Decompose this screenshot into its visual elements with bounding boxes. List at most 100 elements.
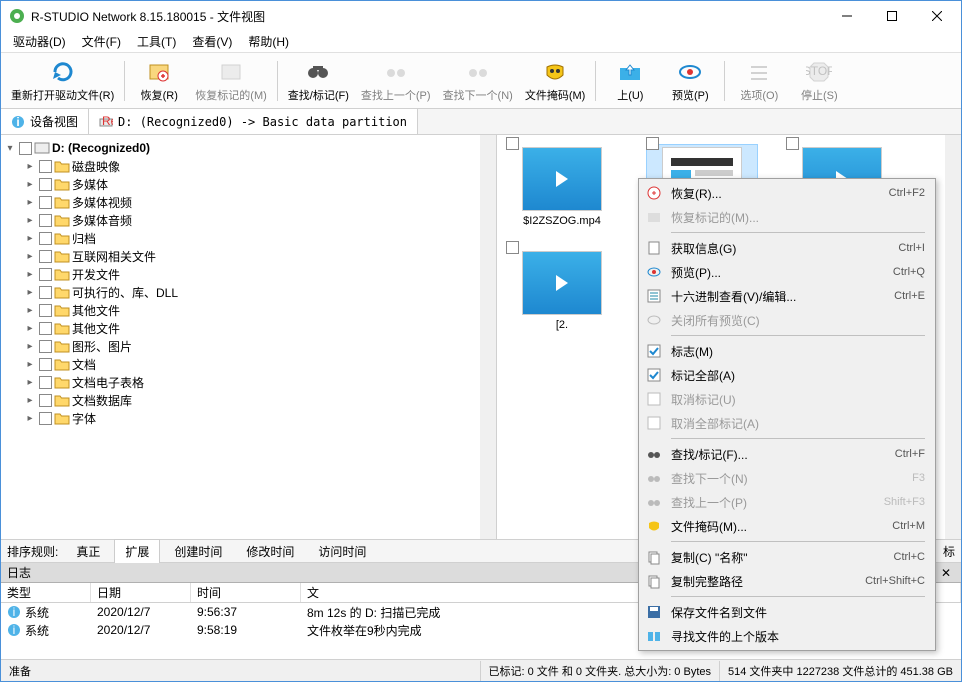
checkbox[interactable] [39,178,52,191]
log-title: 日志 [7,564,31,581]
minimize-button[interactable] [824,2,869,30]
checkbox[interactable] [786,137,799,150]
maximize-button[interactable] [869,2,914,30]
checkbox[interactable] [19,142,32,155]
checkbox[interactable] [39,268,52,281]
checkbox[interactable] [506,137,519,150]
ctx-preview[interactable]: 预览(P)...Ctrl+Q [641,260,933,284]
expand-icon[interactable]: ▸ [23,287,37,298]
menu-view[interactable]: 查看(V) [184,31,240,52]
checkbox[interactable] [39,250,52,263]
sort-ext[interactable]: 扩展 [114,539,160,564]
expand-icon[interactable]: ▸ [23,233,37,244]
checkbox[interactable] [39,232,52,245]
folder-tree[interactable]: ▾ D: (Recognized0) ▸磁盘映像▸多媒体▸多媒体视频▸多媒体音频… [1,135,497,539]
checkbox[interactable] [39,340,52,353]
tree-root[interactable]: ▾ D: (Recognized0) [3,139,494,157]
checkbox[interactable] [39,394,52,407]
col-date[interactable]: 日期 [91,583,191,602]
ctx-mark[interactable]: 标志(M) [641,339,933,363]
collapse-icon[interactable]: ▾ [3,143,17,154]
checkbox[interactable] [39,196,52,209]
ctx-get-info[interactable]: 获取信息(G)Ctrl+I [641,236,933,260]
ctx-mark-all[interactable]: 标记全部(A) [641,363,933,387]
expand-icon[interactable]: ▸ [23,323,37,334]
checkbox[interactable] [39,358,52,371]
file-mask-button[interactable]: 文件掩码(M) [519,55,592,107]
file-item[interactable]: $I2ZSZOG.mp4 [507,145,617,233]
tree-scrollbar[interactable] [480,135,496,539]
ctx-save-names[interactable]: 保存文件名到文件 [641,600,933,624]
find-prev-icon [645,493,663,511]
tree-item[interactable]: ▸字体 [3,409,494,427]
tree-item[interactable]: ▸其他文件 [3,301,494,319]
sort-accessed[interactable]: 访问时间 [308,540,376,563]
checkbox[interactable] [39,322,52,335]
tree-item[interactable]: ▸多媒体 [3,175,494,193]
sort-created[interactable]: 创建时间 [164,540,232,563]
expand-icon[interactable]: ▸ [23,197,37,208]
checkbox[interactable] [506,241,519,254]
col-time[interactable]: 时间 [191,583,301,602]
menu-drives[interactable]: 驱动器(D) [5,31,74,52]
tree-item[interactable]: ▸其他文件 [3,319,494,337]
checkbox[interactable] [39,286,52,299]
expand-icon[interactable]: ▸ [23,305,37,316]
expand-icon[interactable]: ▸ [23,161,37,172]
preview-button[interactable]: 预览(P) [660,55,720,107]
checkbox[interactable] [39,412,52,425]
menu-file[interactable]: 文件(F) [74,31,129,52]
ctx-copy-name[interactable]: 复制(C) "名称"Ctrl+C [641,545,933,569]
expand-icon[interactable]: ▸ [23,341,37,352]
sort-modified[interactable]: 修改时间 [236,540,304,563]
tree-item[interactable]: ▸开发文件 [3,265,494,283]
recover-button[interactable]: 恢复(R) [129,55,189,107]
tree-item[interactable]: ▸文档电子表格 [3,373,494,391]
checkbox[interactable] [39,376,52,389]
tree-item[interactable]: ▸图形、图片 [3,337,494,355]
ctx-find-mark[interactable]: 查找/标记(F)...Ctrl+F [641,442,933,466]
sort-real[interactable]: 真正 [66,540,110,563]
reopen-drive-button[interactable]: 重新打开驱动文件(R) [5,55,120,107]
checkbox[interactable] [39,214,52,227]
expand-icon[interactable]: ▸ [23,179,37,190]
folder-icon [54,213,70,227]
ctx-recover[interactable]: 恢复(R)...Ctrl+F2 [641,181,933,205]
checkbox[interactable] [646,137,659,150]
tree-item[interactable]: ▸归档 [3,229,494,247]
ctx-find-prev-ver[interactable]: 寻找文件的上个版本 [641,624,933,648]
tree-item[interactable]: ▸互联网相关文件 [3,247,494,265]
device-view-tab[interactable]: i 设备视图 [1,109,89,134]
menu-tools[interactable]: 工具(T) [129,31,184,52]
find-mark-button[interactable]: 查找/标记(F) [282,55,355,107]
expand-icon[interactable]: ▸ [23,251,37,262]
find-next-button: 查找下一个(N) [437,55,519,107]
up-button[interactable]: 上(U) [600,55,660,107]
checkbox[interactable] [39,304,52,317]
log-close-button[interactable]: ✕ [937,566,955,580]
menu-help[interactable]: 帮助(H) [240,31,297,52]
expand-icon[interactable]: ▸ [23,395,37,406]
expand-icon[interactable]: ▸ [23,359,37,370]
files-scrollbar[interactable] [945,135,961,539]
ctx-hex[interactable]: 十六进制查看(V)/编辑...Ctrl+E [641,284,933,308]
expand-icon[interactable]: ▸ [23,269,37,280]
close-button[interactable] [914,2,959,30]
col-type[interactable]: 类型 [1,583,91,602]
expand-icon[interactable]: ▸ [23,215,37,226]
tree-item[interactable]: ▸文档 [3,355,494,373]
tree-item[interactable]: ▸磁盘映像 [3,157,494,175]
file-item[interactable]: [2. [507,249,617,337]
tree-item[interactable]: ▸可执行的、库、DLL [3,283,494,301]
tree-item[interactable]: ▸多媒体视频 [3,193,494,211]
breadcrumb-tab[interactable]: Rec D: (Recognized0) -> Basic data parti… [89,109,418,134]
ctx-copy-path[interactable]: 复制完整路径Ctrl+Shift+C [641,569,933,593]
expand-icon[interactable]: ▸ [23,413,37,424]
tree-item[interactable]: ▸多媒体音频 [3,211,494,229]
drive-rec-icon [34,141,50,155]
expand-icon[interactable]: ▸ [23,377,37,388]
checkbox[interactable] [39,160,52,173]
ctx-file-mask[interactable]: 文件掩码(M)...Ctrl+M [641,514,933,538]
tree-item[interactable]: ▸文档数据库 [3,391,494,409]
folder-icon [54,357,70,371]
